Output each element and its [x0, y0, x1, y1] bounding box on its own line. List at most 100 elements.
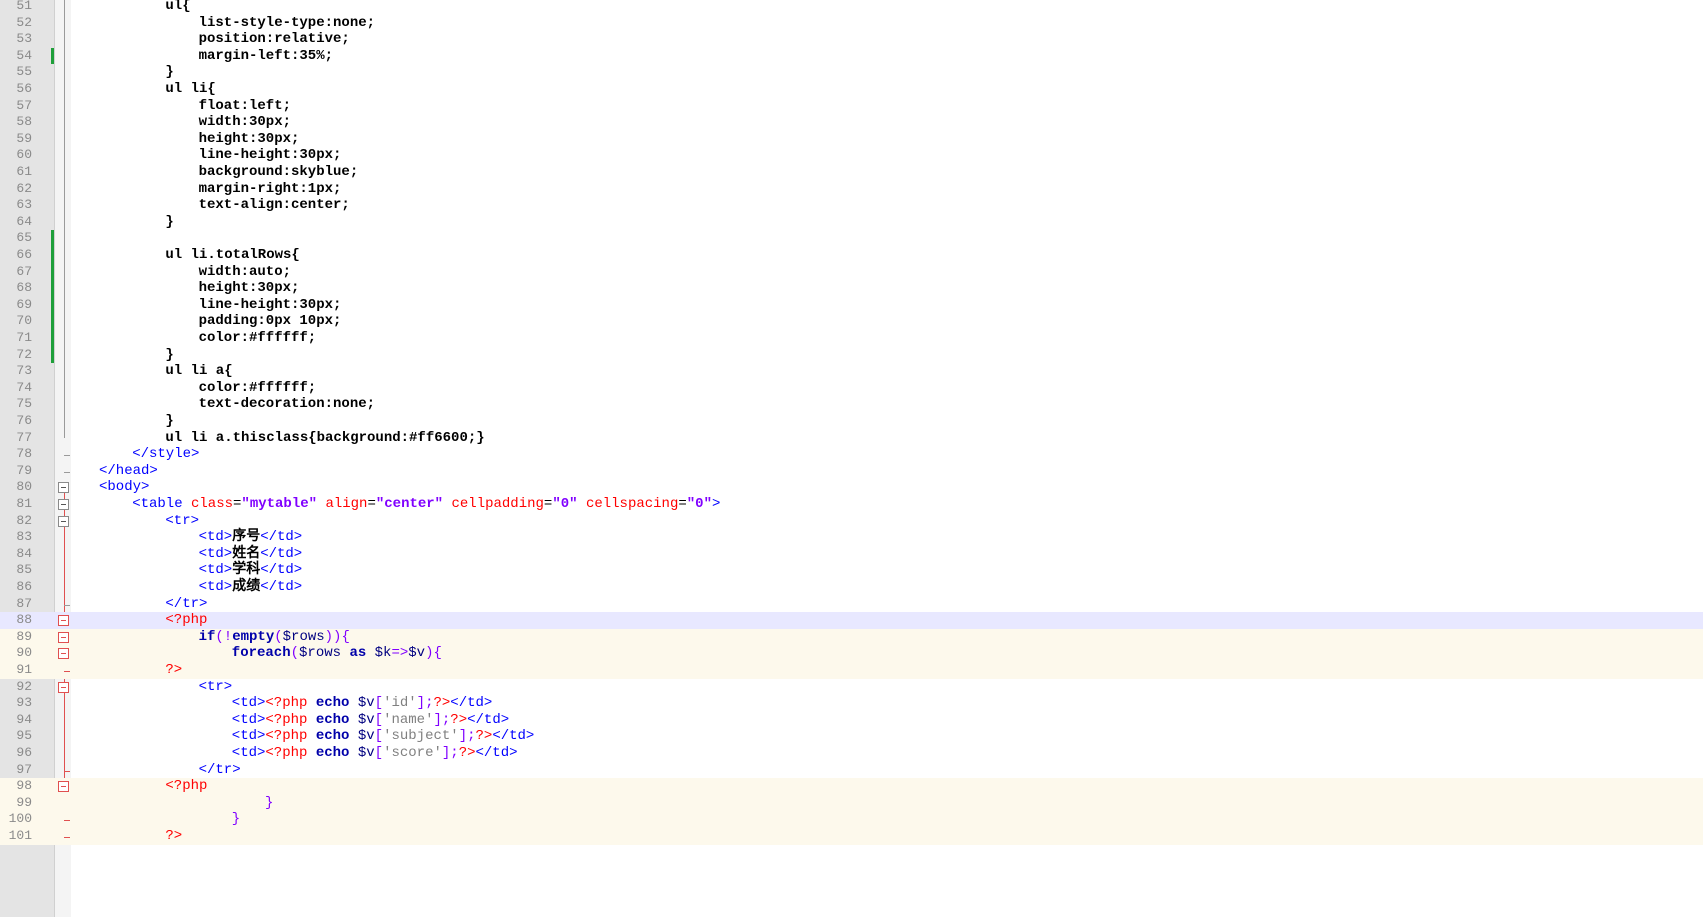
- code-line[interactable]: 101 ?>: [0, 828, 1703, 845]
- fold-toggle-icon[interactable]: [58, 615, 69, 627]
- code-token: ul li.totalRows{: [165, 247, 300, 263]
- code-line[interactable]: 80 <body>: [0, 479, 1703, 496]
- code-token: cellpadding: [443, 496, 544, 512]
- code-line[interactable]: 56 ul li{: [0, 81, 1703, 98]
- code-line[interactable]: 59 height:30px;: [0, 131, 1703, 148]
- code-token: <td>: [198, 529, 233, 546]
- code-line[interactable]: 82 <tr>: [0, 513, 1703, 530]
- code-line[interactable]: 53 position:relative;: [0, 31, 1703, 48]
- change-marker: [51, 346, 54, 364]
- code-line[interactable]: 94 <td><?php echo $v['name'];?></td>: [0, 712, 1703, 729]
- code-line[interactable]: 87 </tr>: [0, 596, 1703, 613]
- code-line[interactable]: 66 ul li.totalRows{: [0, 247, 1703, 264]
- code-line[interactable]: 64}: [0, 214, 1703, 231]
- code-text: foreach($rows as $k=>$v){: [232, 645, 442, 663]
- code-line[interactable]: 72}: [0, 346, 1703, 364]
- code-token: line-height:30px;: [198, 147, 342, 164]
- fold-toggle-icon[interactable]: [58, 515, 69, 527]
- line-number: 74: [16, 379, 32, 395]
- code-token: ?>: [450, 711, 468, 728]
- code-token: empty: [232, 628, 275, 645]
- code-token: 'subject': [383, 728, 459, 745]
- code-line[interactable]: 86 <td>成绩</td>: [0, 579, 1703, 596]
- code-line[interactable]: 75 text-decoration:none;: [0, 396, 1703, 413]
- code-line[interactable]: 77 ul li a.thisclass{background:#ff6600;}: [0, 430, 1703, 447]
- code-text: }: [165, 214, 173, 232]
- code-line[interactable]: 100}: [0, 811, 1703, 828]
- fold-toggle-icon[interactable]: [58, 499, 69, 510]
- fold-toggle-icon[interactable]: [58, 482, 69, 494]
- code-token: $rows: [282, 628, 325, 645]
- line-number: 56: [16, 81, 32, 96]
- code-line[interactable]: 92 <tr>: [0, 679, 1703, 696]
- code-token: <td>: [198, 562, 233, 579]
- code-token: echo: [307, 711, 350, 728]
- code-line[interactable]: 88 <?php: [0, 612, 1703, 629]
- code-line[interactable]: 97 </tr>: [0, 762, 1703, 779]
- code-line[interactable]: 54 margin-left:35%;: [0, 47, 1703, 65]
- change-marker: [51, 313, 54, 330]
- code-editor[interactable]: 51 ul{52 list-style-type:none; 53 position:r…: [0, 0, 1703, 917]
- code-token: [: [374, 745, 384, 761]
- code-text: float:left;: [199, 98, 291, 116]
- code-line[interactable]: 68 height:30px;: [0, 280, 1703, 297]
- code-line[interactable]: 78 </style>: [0, 446, 1703, 463]
- code-line[interactable]: 63 text-align:center;: [0, 197, 1703, 214]
- code-token: $v: [349, 745, 375, 761]
- code-line[interactable]: 67 width:auto;: [0, 263, 1703, 281]
- code-line[interactable]: 65: [0, 230, 1703, 247]
- code-line[interactable]: 79 </head>: [0, 463, 1703, 480]
- code-token: }: [231, 811, 241, 828]
- code-line[interactable]: 90 foreach($rows as $k=>$v){: [0, 645, 1703, 662]
- code-line[interactable]: 89 if(!empty($rows)){: [0, 628, 1703, 646]
- fold-toggle-icon[interactable]: [58, 781, 69, 793]
- code-line[interactable]: 69 line-height:30px;: [0, 296, 1703, 314]
- code-line[interactable]: 81 <table class="mytable" align="center" …: [0, 496, 1703, 513]
- code-line[interactable]: 52 list-style-type:none;: [0, 15, 1703, 32]
- code-line[interactable]: 96 <td><?php echo $v['score'];?></td>: [0, 745, 1703, 762]
- code-text: ?>: [165, 662, 182, 680]
- code-line[interactable]: 84 <td>姓名</td>: [0, 546, 1703, 563]
- code-token: foreach: [231, 645, 291, 662]
- code-token: 'id': [383, 695, 417, 712]
- code-line[interactable]: 98 <?php: [0, 778, 1703, 795]
- code-line[interactable]: 91 ?>: [0, 662, 1703, 679]
- code-token: ul li a.thisclass{background:#ff6600;}: [165, 429, 485, 446]
- code-line[interactable]: 76}: [0, 413, 1703, 430]
- code-line[interactable]: 85 <td>学科</td>: [0, 562, 1703, 579]
- fold-toggle-icon[interactable]: [58, 631, 69, 643]
- code-token: ul li a{: [165, 363, 233, 380]
- line-number: 71: [16, 330, 32, 345]
- code-line[interactable]: 70 padding:0px 10px;: [0, 313, 1703, 330]
- code-token: <?php: [265, 745, 308, 761]
- code-token: ?>: [165, 662, 183, 678]
- code-line[interactable]: 60 line-height:30px;: [0, 147, 1703, 164]
- code-token: <?php: [265, 711, 308, 728]
- code-line[interactable]: 74 color:#ffffff;: [0, 380, 1703, 397]
- fold-toggle-icon[interactable]: [58, 681, 69, 693]
- line-number: 76: [16, 413, 32, 428]
- line-number: 82: [16, 512, 32, 528]
- code-text: <?php: [165, 778, 207, 796]
- change-marker: [51, 230, 54, 247]
- code-line[interactable]: 62 margin-right:1px;: [0, 181, 1703, 198]
- code-text: </style>: [132, 446, 199, 464]
- code-line[interactable]: 95 <td><?php echo $v['subject'];?></td>: [0, 728, 1703, 745]
- code-text: <?php: [165, 612, 207, 630]
- code-line[interactable]: 57 float:left;: [0, 98, 1703, 115]
- code-token: (!: [215, 628, 233, 645]
- code-line[interactable]: 93 <td><?php echo $v['id'];?></td>: [0, 695, 1703, 712]
- code-token: width:auto;: [198, 263, 292, 280]
- code-line[interactable]: 73 ul li a{: [0, 363, 1703, 380]
- code-line[interactable]: 58 width:30px;: [0, 114, 1703, 131]
- fold-toggle-icon[interactable]: [58, 648, 69, 660]
- code-line[interactable]: 83 <td>序号</td>: [0, 529, 1703, 546]
- code-token: text-decoration:none;: [198, 396, 376, 413]
- code-line[interactable]: 99}: [0, 794, 1703, 812]
- change-marker: [51, 247, 54, 264]
- code-line[interactable]: 51 ul{: [0, 0, 1703, 15]
- code-token: height:30px;: [198, 280, 300, 297]
- code-line[interactable]: 61 background:skyblue;: [0, 164, 1703, 181]
- code-line[interactable]: 55}: [0, 64, 1703, 81]
- code-line[interactable]: 71 color:#ffffff;: [0, 330, 1703, 347]
